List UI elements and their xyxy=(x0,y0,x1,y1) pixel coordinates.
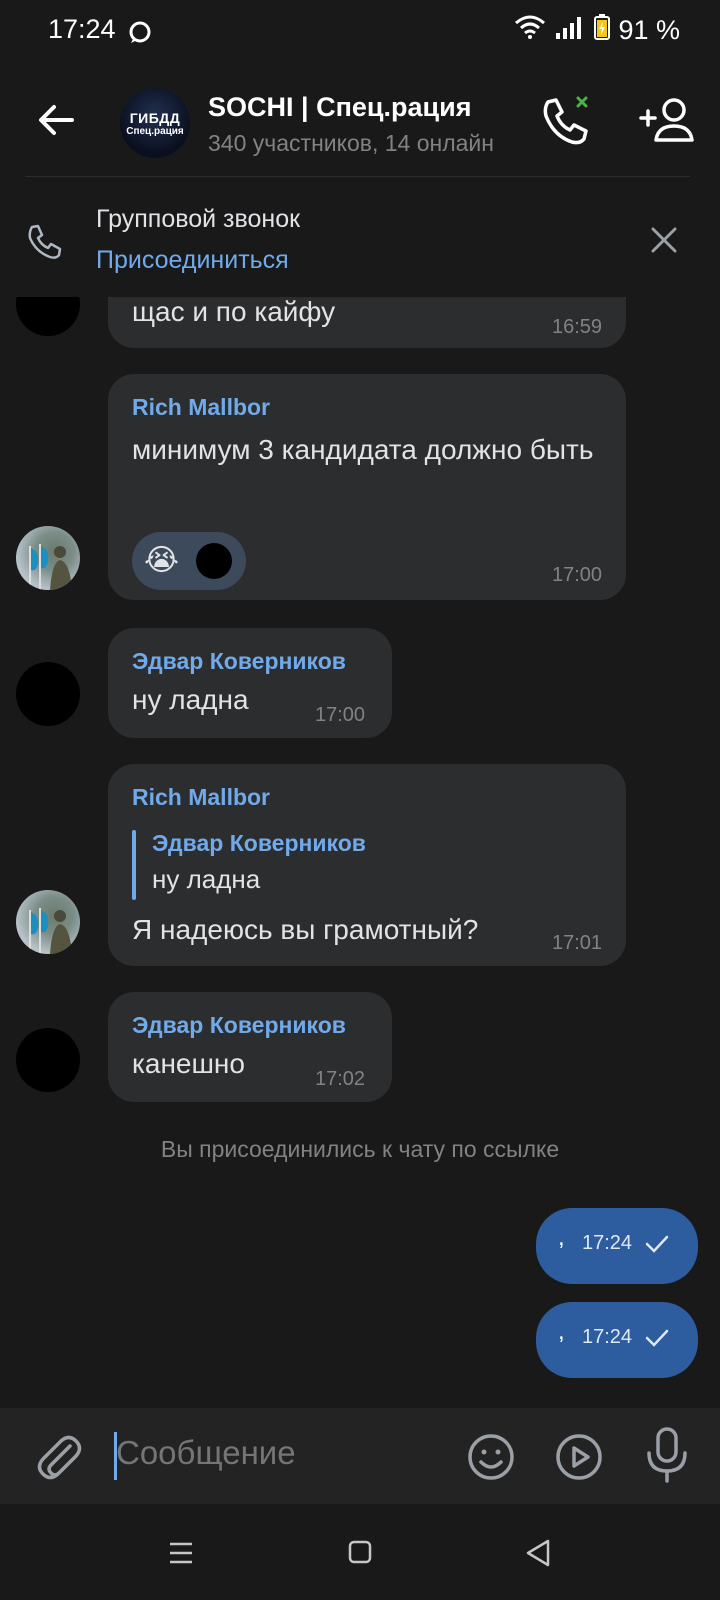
status-right: 91 % xyxy=(514,14,680,47)
message-sender[interactable]: Эдвар Коверников xyxy=(132,1012,346,1039)
sender-avatar[interactable] xyxy=(16,890,80,954)
message-bubble[interactable]: Эдвар Коверников канешно 17:02 xyxy=(108,992,392,1102)
group-call-title: Групповой звонок xyxy=(96,205,301,233)
message-sender[interactable]: Эдвар Коверников xyxy=(132,648,346,675)
group-call-banner xyxy=(0,177,720,297)
arrow-left-icon xyxy=(39,105,74,135)
reactions[interactable]: 😭 xyxy=(132,532,246,590)
read-check-icon xyxy=(644,1328,670,1348)
message-sender[interactable]: Rich Mallbor xyxy=(132,784,270,811)
attach-button[interactable] xyxy=(34,1430,82,1482)
close-banner-button[interactable] xyxy=(648,224,680,256)
sender-avatar[interactable] xyxy=(16,1028,80,1092)
message-time: 17:00 xyxy=(552,564,603,586)
reply-text: ну ладна xyxy=(152,864,261,894)
battery-percent: 91 % xyxy=(618,15,680,45)
read-check-icon xyxy=(644,1234,670,1254)
status-time: 17:24 xyxy=(48,14,116,44)
triangle-back-icon xyxy=(526,1539,550,1567)
sender-avatar[interactable] xyxy=(16,662,80,726)
message-time: 17:01 xyxy=(552,932,603,954)
message-sender[interactable]: Rich Mallbor xyxy=(132,394,270,421)
back-button[interactable] xyxy=(34,98,78,142)
phone-icon xyxy=(24,222,64,262)
chat-title[interactable]: SOCHI | Спец.рация xyxy=(208,92,508,123)
play-circle-icon xyxy=(556,1434,602,1480)
signal-icon xyxy=(554,15,586,46)
messenger-notification-icon xyxy=(128,20,152,44)
message-text: ну ладна xyxy=(132,684,249,715)
phone-call-icon xyxy=(543,96,588,145)
reply-sender[interactable]: Эдвар Коверников xyxy=(152,830,366,857)
reaction-emoji: 😭 xyxy=(144,544,180,577)
message-text: щас и по кайфу xyxy=(132,296,336,327)
chat-avatar[interactable]: ГИБДД Спец.рация xyxy=(120,88,190,158)
message-time: 17:00 xyxy=(315,704,366,726)
join-call-link[interactable]: Присоединиться xyxy=(96,246,289,275)
reply-quote-bar xyxy=(132,830,136,900)
avatar-text-line1: ГИБДД xyxy=(129,109,181,126)
message-text: канешно xyxy=(132,1048,245,1079)
message-bubble[interactable]: Rich Mallbor минимум 3 кандидата должно … xyxy=(108,374,626,600)
outgoing-message-bubble[interactable]: , 17:24 xyxy=(536,1208,698,1284)
message-text: , xyxy=(558,1318,565,1345)
service-message: Вы присоединились к чату по ссылке xyxy=(160,1136,560,1162)
add-user-icon xyxy=(639,98,694,142)
message-time: 16:59 xyxy=(552,316,603,338)
smile-icon xyxy=(468,1434,514,1480)
call-button[interactable] xyxy=(538,94,592,148)
close-icon xyxy=(651,227,677,253)
battery-icon xyxy=(594,14,611,47)
menu-lines-icon xyxy=(170,1542,192,1564)
emoji-button[interactable] xyxy=(466,1432,516,1482)
message-time: 17:02 xyxy=(315,1068,366,1090)
paperclip-icon xyxy=(37,1435,82,1480)
nav-back-button[interactable] xyxy=(524,1538,552,1568)
message-text: Я надеюсь вы грамотный? xyxy=(132,914,479,945)
microphone-icon xyxy=(647,1427,687,1483)
sender-avatar[interactable] xyxy=(16,526,80,590)
message-time: 17:24 xyxy=(582,1326,633,1348)
message-input[interactable] xyxy=(116,1434,436,1472)
wifi-icon xyxy=(514,15,546,46)
message-time: 17:24 xyxy=(582,1232,633,1254)
message-bubble[interactable]: Эдвар Коверников ну ладна 17:00 xyxy=(108,628,392,738)
message-text: , xyxy=(558,1224,565,1251)
chat-subtitle: 340 участников, 14 онлайн xyxy=(208,130,494,156)
outgoing-message-bubble[interactable]: , 17:24 xyxy=(536,1302,698,1378)
message-text: минимум 3 кандидата должно быть xyxy=(132,434,594,465)
avatar-text-line2: Спец.рация xyxy=(126,125,184,137)
add-member-button[interactable] xyxy=(638,96,698,146)
recents-button[interactable] xyxy=(168,1540,194,1566)
square-icon xyxy=(348,1540,372,1564)
voice-message-button[interactable] xyxy=(644,1426,690,1484)
video-message-button[interactable] xyxy=(554,1432,604,1482)
reactor-avatar xyxy=(196,543,232,579)
message-bubble[interactable]: Rich Mallbor Эдвар Коверников ну ладна Я… xyxy=(108,764,626,966)
home-button[interactable] xyxy=(348,1540,372,1564)
